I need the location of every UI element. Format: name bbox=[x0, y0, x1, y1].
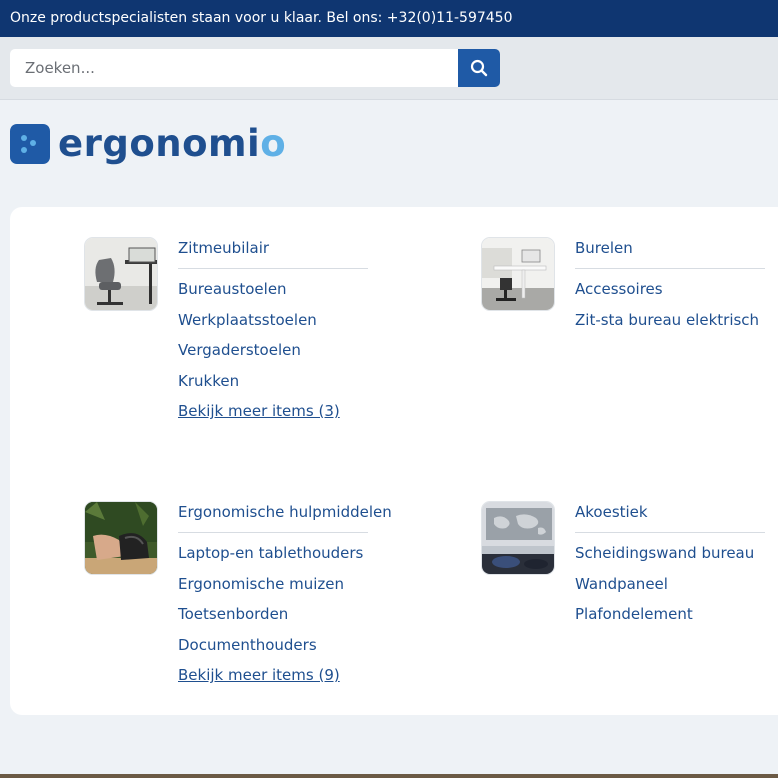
search-icon bbox=[470, 59, 488, 77]
category-link[interactable]: Krukken bbox=[178, 371, 340, 402]
category-link[interactable]: Vergaderstoelen bbox=[178, 340, 340, 371]
search-button[interactable] bbox=[458, 49, 500, 87]
category-thumbnail-ergonomische-hulpmiddelen[interactable] bbox=[84, 501, 158, 575]
category-link[interactable]: Zit-sta bureau elektrisch bbox=[575, 310, 759, 341]
view-more-link[interactable]: Bekijk meer items (9) bbox=[178, 665, 363, 696]
category-divider bbox=[178, 268, 368, 269]
category-links-akoestiek: Scheidingswand bureau Wandpaneel Plafond… bbox=[575, 543, 754, 635]
category-link[interactable]: Ergonomische muizen bbox=[178, 574, 363, 605]
category-links-ergonomische-hulpmiddelen: Laptop-en tablethouders Ergonomische mui… bbox=[178, 543, 363, 696]
announcement-text: Onze productspecialisten staan voor u kl… bbox=[10, 10, 513, 26]
category-divider bbox=[178, 532, 368, 533]
category-thumbnail-zitmeubilair[interactable] bbox=[84, 237, 158, 311]
top-announcement-bar: Onze productspecialisten staan voor u kl… bbox=[0, 0, 778, 37]
category-link[interactable]: Documenthouders bbox=[178, 635, 363, 666]
category-link[interactable]: Laptop-en tablethouders bbox=[178, 543, 363, 574]
category-divider bbox=[575, 532, 765, 533]
category-title-zitmeubilair[interactable]: Zitmeubilair bbox=[178, 239, 269, 257]
logo-mark-icon bbox=[10, 124, 50, 164]
category-link[interactable]: Wandpaneel bbox=[575, 574, 754, 605]
category-menu-panel: Zitmeubilair Bureaustoelen Werkplaatssto… bbox=[10, 207, 778, 715]
search-bar bbox=[0, 37, 778, 100]
category-link[interactable]: Werkplaatsstoelen bbox=[178, 310, 340, 341]
category-link[interactable]: Bureaustoelen bbox=[178, 279, 340, 310]
category-title-ergonomische-hulpmiddelen[interactable]: Ergonomische hulpmiddelen bbox=[178, 503, 392, 521]
category-title-akoestiek[interactable]: Akoestiek bbox=[575, 503, 648, 521]
category-divider bbox=[575, 268, 765, 269]
category-thumbnail-burelen[interactable] bbox=[481, 237, 555, 311]
category-links-zitmeubilair: Bureaustoelen Werkplaatsstoelen Vergader… bbox=[178, 279, 340, 432]
search-input[interactable] bbox=[10, 49, 458, 87]
site-logo[interactable]: ergonomio bbox=[10, 123, 286, 165]
category-links-burelen: Accessoires Zit-sta bureau elektrisch bbox=[575, 279, 759, 340]
category-link[interactable]: Toetsenborden bbox=[178, 604, 363, 635]
category-link[interactable]: Scheidingswand bureau bbox=[575, 543, 754, 574]
category-link[interactable]: Plafondelement bbox=[575, 604, 754, 635]
category-title-burelen[interactable]: Burelen bbox=[575, 239, 633, 257]
category-link[interactable]: Accessoires bbox=[575, 279, 759, 310]
logo-wordmark: ergonomio bbox=[58, 122, 287, 165]
category-thumbnail-akoestiek[interactable] bbox=[481, 501, 555, 575]
view-more-link[interactable]: Bekijk meer items (3) bbox=[178, 401, 340, 432]
page-bottom-edge bbox=[0, 774, 778, 778]
